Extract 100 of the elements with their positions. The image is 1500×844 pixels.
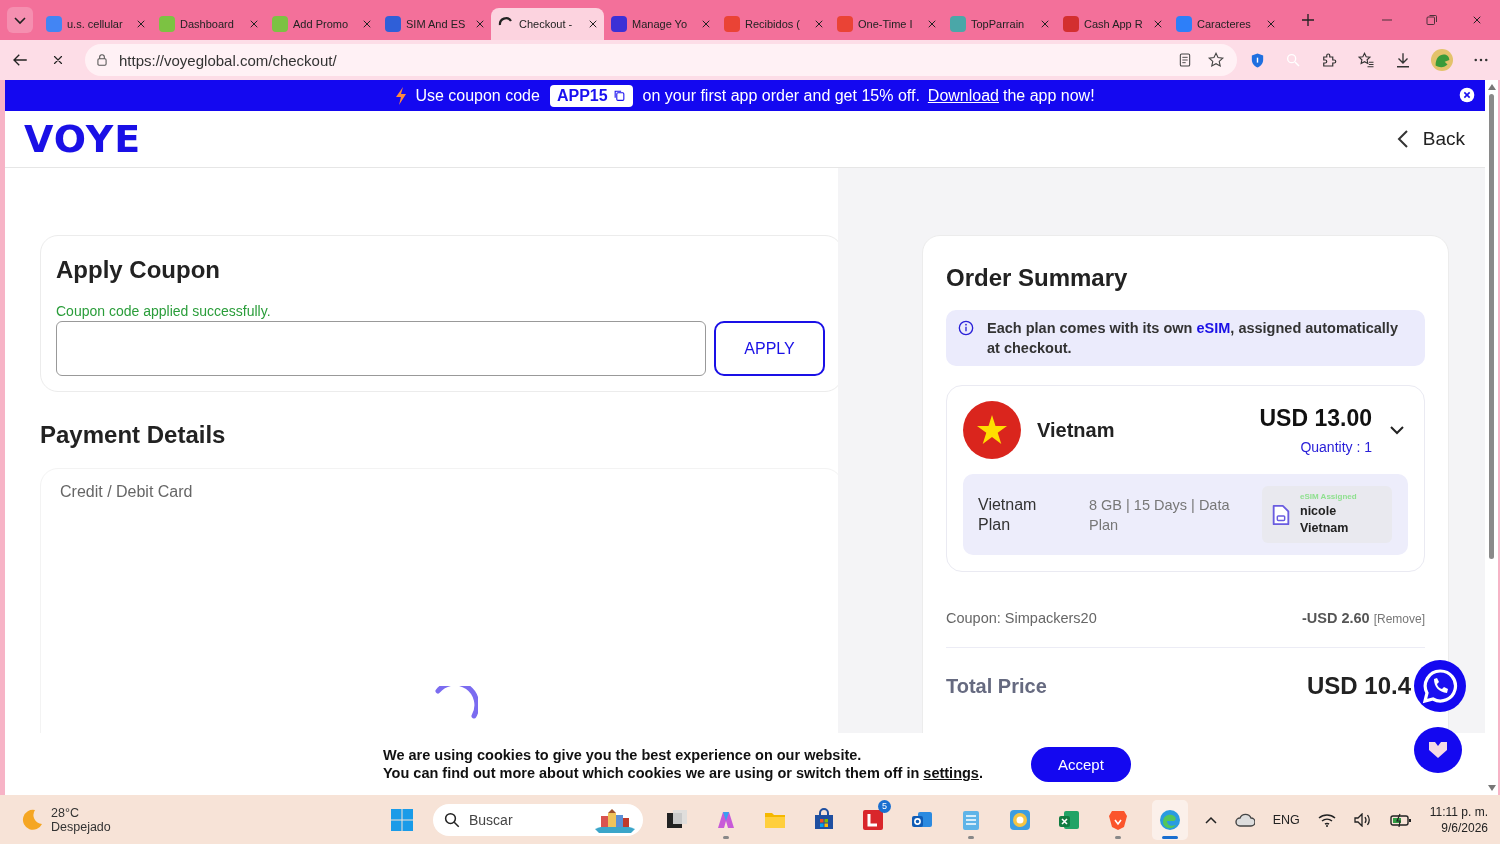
remove-link[interactable]: [Remove] [1373, 612, 1425, 626]
scroll-down-icon[interactable] [1487, 785, 1496, 791]
search-icon [443, 810, 461, 829]
new-tab-icon[interactable] [1300, 12, 1316, 28]
search-field[interactable]: Buscar [433, 803, 643, 836]
close-icon[interactable] [474, 18, 486, 30]
total-label: Total Price [946, 674, 1047, 698]
close-icon[interactable] [1039, 18, 1051, 30]
info-icon [958, 320, 974, 336]
close-icon[interactable] [587, 18, 599, 30]
scroll-up-icon[interactable] [1487, 84, 1496, 90]
browser-tab[interactable]: Cash App R [1056, 8, 1169, 40]
logo[interactable]: VOYE [24, 117, 142, 161]
store-icon [812, 807, 836, 832]
star-icon[interactable] [1207, 51, 1225, 69]
wifi-icon[interactable] [1317, 812, 1336, 827]
payment-method: Credit / Debit Card [60, 483, 194, 501]
close-icon[interactable] [361, 18, 373, 30]
close-icon[interactable] [248, 18, 260, 30]
caret-up-icon[interactable] [1204, 815, 1217, 824]
quantity-text: Quantity : 1 [1299, 439, 1372, 455]
close-icon[interactable] [1459, 87, 1475, 103]
bolt-icon [395, 86, 408, 105]
total-amount: USD 10.4 [1306, 672, 1411, 700]
close-icon[interactable] [926, 18, 938, 30]
weather-condition: Despejado [51, 819, 111, 834]
info-text: Each plan comes with its own eSIM, assigned automatically at checkout. [987, 319, 1399, 358]
banner-text: the app now! [1003, 86, 1095, 105]
close-icon[interactable] [813, 18, 825, 30]
stop-icon[interactable] [51, 53, 65, 67]
section-title: Order Summary [946, 264, 1129, 292]
notification-badge: 5 [878, 799, 891, 813]
address-field[interactable]: https://voyeglobal.com/checkout/ [85, 44, 1237, 76]
browser-tab[interactable]: Caracteres [1169, 8, 1282, 40]
plan-name: Vietnam Plan [978, 494, 1038, 535]
app-icon [861, 807, 885, 832]
close-icon[interactable] [1152, 18, 1164, 30]
coupon-field[interactable] [56, 321, 706, 376]
plan-details: 8 GB | 15 Days | Data Plan [1089, 495, 1231, 535]
reader-icon[interactable] [1177, 52, 1193, 68]
back-link[interactable]: Back [1396, 128, 1465, 150]
close-icon[interactable] [1471, 14, 1483, 26]
apply-button[interactable]: APPLY [714, 321, 825, 376]
chevron-down-icon[interactable] [1390, 425, 1404, 435]
copy-icon [612, 89, 626, 102]
download-icon[interactable] [1394, 51, 1412, 69]
shield-icon[interactable] [1249, 51, 1266, 69]
language-indicator[interactable]: ENG [1272, 812, 1300, 827]
flag-icon [963, 401, 1021, 459]
browser-tab[interactable]: Checkout - [491, 8, 604, 40]
discount-amount: -USD 2.60 [1301, 610, 1370, 626]
coupon-code[interactable]: APP15 [549, 84, 633, 107]
cloud-icon[interactable] [1234, 812, 1255, 827]
browser-tab[interactable]: TopParrain [943, 8, 1056, 40]
success-message: Coupon code applied successfully. [56, 303, 272, 319]
app-app-button[interactable]: 5 [858, 799, 888, 840]
avatar-icon[interactable] [1431, 49, 1453, 71]
settings-link[interactable]: settings [923, 765, 979, 781]
scroll-thumb[interactable] [1489, 94, 1494, 559]
lock-icon [95, 53, 109, 67]
browser-icon [1158, 807, 1182, 832]
color-wheel-icon [1008, 807, 1032, 832]
banner-text: Use coupon code [415, 86, 540, 105]
moon-icon [20, 807, 44, 832]
download-link[interactable]: Download [927, 86, 999, 105]
section-title: Payment Details [40, 421, 227, 449]
esim-link[interactable]: eSIM [1196, 320, 1231, 336]
tab-list-icon[interactable] [7, 7, 33, 33]
scrollbar[interactable] [1485, 80, 1498, 795]
accept-button[interactable]: Accept [1030, 746, 1131, 782]
chevron-left-icon [1396, 129, 1409, 149]
close-icon[interactable] [1265, 18, 1277, 30]
browser-tab[interactable]: Add Promo [265, 8, 378, 40]
browser-tab[interactable]: One-Time I [830, 8, 943, 40]
speaker-icon[interactable] [1353, 812, 1372, 827]
battery-icon[interactable] [1389, 812, 1412, 827]
cookie-text: You can find out more about which cookies we are using or switch them off in settings. [383, 764, 983, 782]
country-name: Vietnam [1037, 418, 1116, 442]
esim-status: eSIM Assigned [1300, 492, 1358, 501]
esim-name: nicole Vietnam [1300, 503, 1350, 537]
coupon-label: Coupon: Simpackers20 [946, 610, 1097, 626]
browser-app-button[interactable] [1152, 799, 1188, 840]
section-title: Apply Coupon [56, 256, 221, 284]
close-icon[interactable] [135, 18, 147, 30]
heart-icon [1428, 741, 1448, 759]
clock-date[interactable]: 9/6/2026 [1429, 819, 1488, 836]
clock-time[interactable]: 11:11 p. m. [1429, 803, 1488, 820]
cookie-text: We are using cookies to give you the best experience on our website. [383, 746, 863, 764]
browser-tab[interactable]: Manage Yo [604, 8, 717, 40]
puzzle-icon[interactable] [1320, 51, 1338, 69]
browser-tab[interactable]: Recibidos ( [717, 8, 830, 40]
favorites-icon[interactable] [1357, 51, 1375, 69]
browser-tab[interactable]: Dashboard [152, 8, 265, 40]
close-icon[interactable] [700, 18, 712, 30]
restore-icon[interactable] [1426, 14, 1438, 26]
browser-tab[interactable]: SIM And ES [378, 8, 491, 40]
browser-tab[interactable]: u.s. cellular [39, 8, 152, 40]
plan-price: USD 13.00 [1259, 405, 1372, 432]
temperature: 28°C [51, 805, 80, 820]
banner-text: on your first app order and get 15% off. [642, 86, 920, 105]
